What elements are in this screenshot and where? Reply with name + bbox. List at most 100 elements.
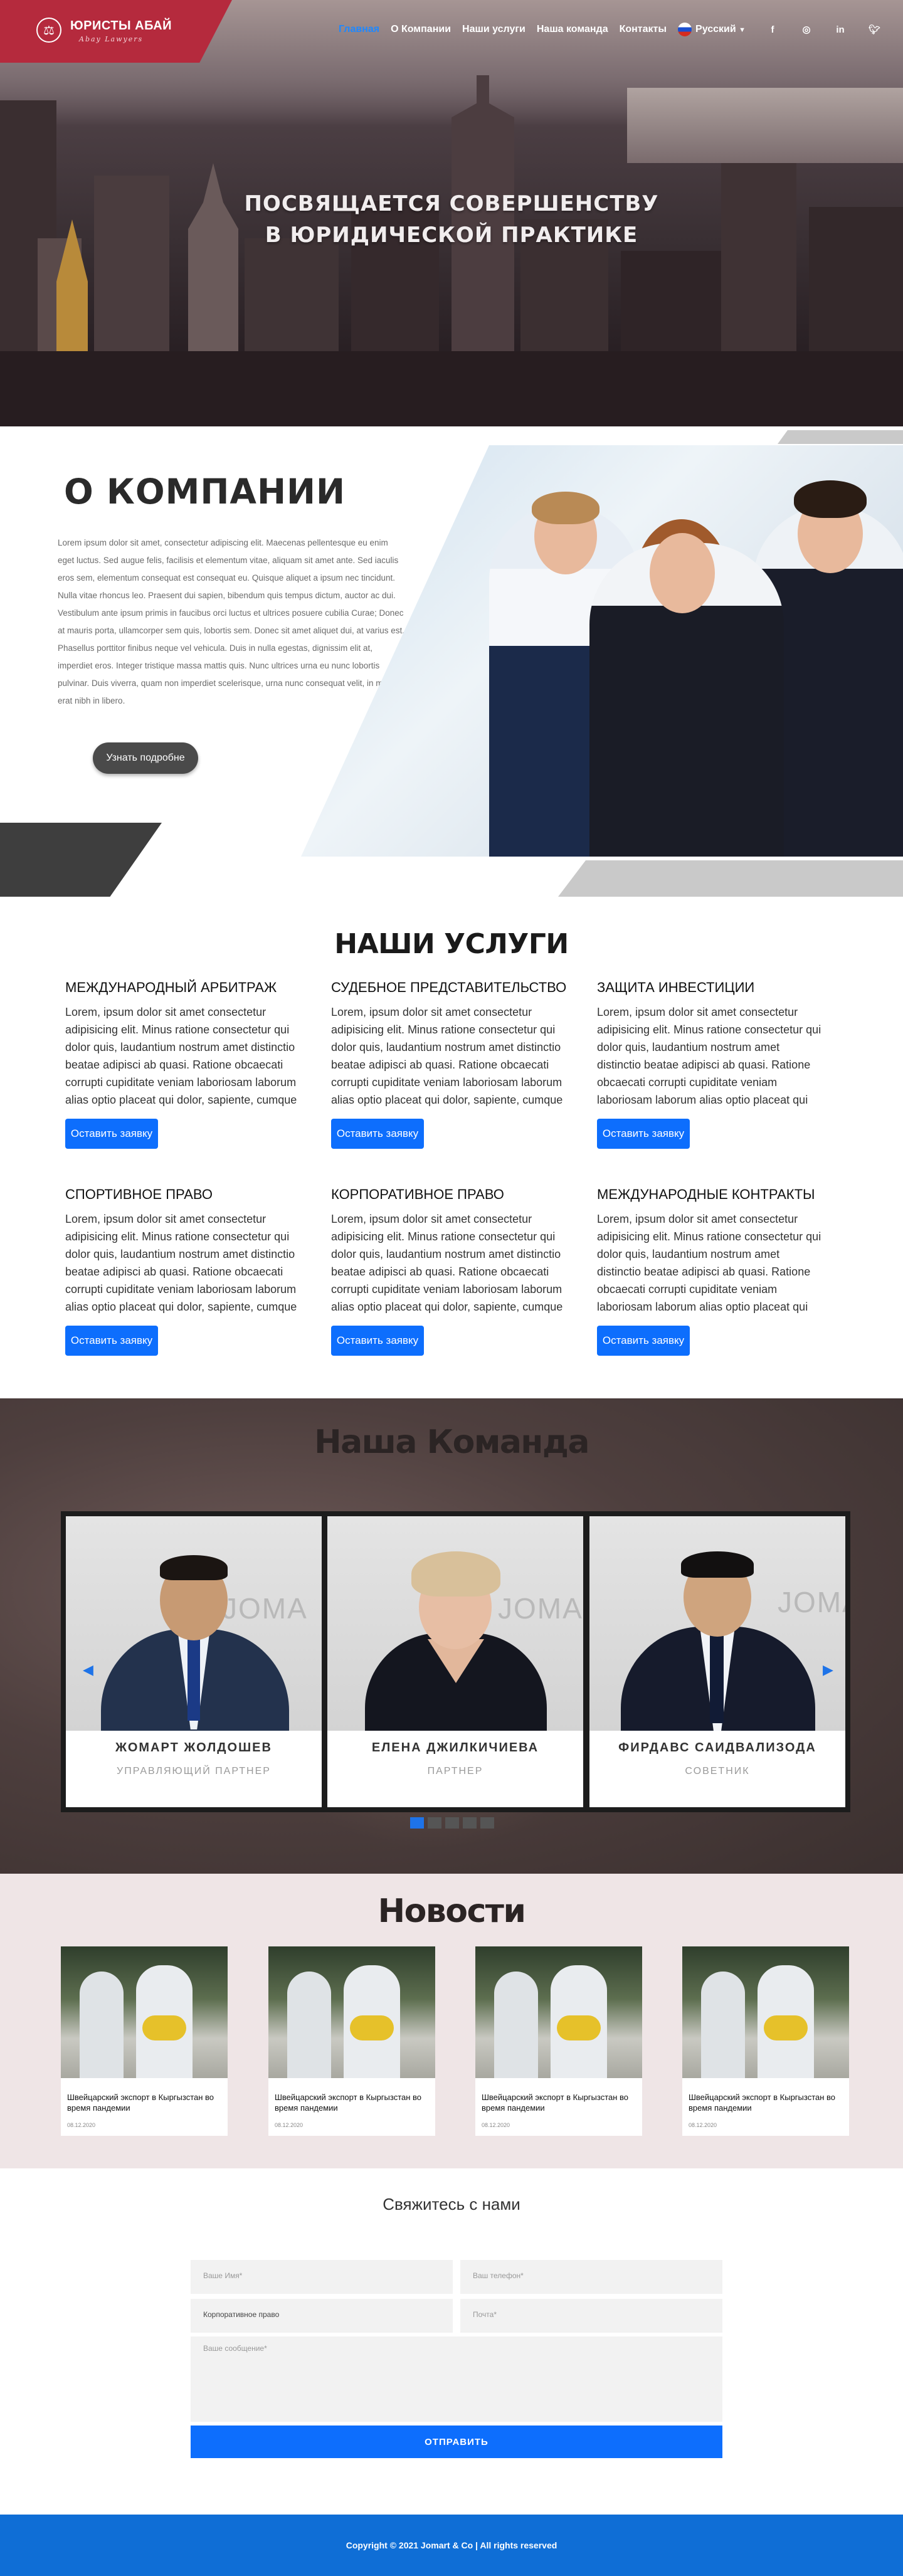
team-member-card[interactable]: JOMA ЕЛЕНА ДЖИЛКИЧИЕВА ПАРТНЕР [327,1516,583,1807]
logo-subtitle: Abay Lawyers [79,35,144,43]
about-section: О КОМПАНИИ Lorem ipsum dolor sit amet, c… [0,426,903,897]
service-text: Lorem, ipsum dolor sit amet consectetur … [65,1006,297,1106]
team-member-card[interactable]: JOMA ФИРДАВС САИДВАЛИЗОДА СОВЕТНИК [589,1516,845,1807]
submit-button[interactable]: ОТПРАВИТЬ [191,2426,722,2458]
team-member-name: ЖОМАРТ ЖОЛДОШЕВ [115,1741,272,1755]
learn-more-button[interactable]: Узнать подробне [93,742,198,774]
news-date: 08.12.2020 [275,2122,304,2128]
request-button[interactable]: Оставить заявку [65,1119,158,1149]
request-button[interactable]: Оставить заявку [65,1326,158,1356]
slider-next-arrow-icon[interactable]: ▶ [823,1662,833,1678]
news-date: 08.12.2020 [482,2122,510,2128]
news-card[interactable]: Швейцарский экспорт в Кыргызстан во врем… [268,1946,435,2136]
contact-section: Свяжитесь с нами Ваше Имя* Ваш телефон* … [0,2168,903,2515]
logo-banner[interactable]: ⚖ ЮРИСТЫ АБАЙ Abay Lawyers [0,0,232,63]
service-select[interactable]: Корпоративное право [191,2299,453,2333]
service-title: ЗАЩИТА ИНВЕСТИЦИИ [597,979,755,995]
slider-dot[interactable] [428,1817,441,1829]
linkedin-icon[interactable]: in [835,24,846,35]
news-date: 08.12.2020 [67,2122,96,2128]
twitter-icon[interactable]: 🐦︎ [869,24,880,35]
team-member-role: ПАРТНЕР [427,1766,483,1776]
email-field[interactable]: Почта* [460,2299,722,2333]
service-text: Lorem, ipsum dolor sit amet consectetur … [597,1006,821,1106]
news-image [268,1946,435,2078]
service-card: СПОРТИВНОЕ ПРАВО Lorem, ipsum dolor sit … [65,1186,301,1356]
language-label: Русский [695,24,736,35]
facebook-icon[interactable]: f [767,24,778,35]
language-select[interactable]: Русский ▼ [678,23,746,36]
service-card: КОРПОРАТИВНОЕ ПРАВО Lorem, ipsum dolor s… [331,1186,567,1356]
news-headline: Швейцарский экспорт в Кыргызстан во врем… [67,2093,214,2113]
slider-prev-arrow-icon[interactable]: ◀ [83,1662,93,1678]
team-member-name: ФИРДАВС САИДВАЛИЗОДА [618,1741,816,1755]
team-member-photo: JOMA [589,1516,845,1731]
service-title: СПОРТИВНОЕ ПРАВО [65,1186,213,1202]
team-member-role: СОВЕТНИК [685,1766,750,1776]
slider-dot[interactable] [410,1817,424,1829]
team-slider: JOMA ЖОМАРТ ЖОЛДОШЕВ УПРАВЛЯЮЩИЙ ПАРТНЕР… [61,1511,850,1812]
photo-watermark: JOMA [778,1586,845,1618]
photo-watermark: JOMA [223,1592,308,1625]
instagram-icon[interactable]: ◎ [801,24,812,35]
news-headline: Швейцарский экспорт в Кыргызстан во врем… [482,2093,629,2113]
news-headline: Швейцарский экспорт в Кыргызстан во врем… [689,2093,836,2113]
service-title: МЕЖДУНАРОДНЫЙ АРБИТРАЖ [65,979,277,995]
hero-river [627,88,903,163]
news-date: 08.12.2020 [689,2122,717,2128]
news-section: Новости Швейцарский экспорт в Кыргызстан… [0,1874,903,2168]
slider-dot[interactable] [463,1817,477,1829]
hero-title-line2: В ЮРИДИЧЕСКОЙ ПРАКТИКЕ [265,223,638,248]
news-image [61,1946,228,2078]
request-button[interactable]: Оставить заявку [331,1326,424,1356]
service-text: Lorem, ipsum dolor sit amet consectetur … [331,1006,563,1106]
team-section: Наша Команда JOMA ЖОМАРТ ЖОЛДОШЕВ УПРАВЛ… [0,1398,903,1874]
main-nav: Главная О Компании Наши услуги Наша кома… [339,23,880,36]
message-field[interactable]: Ваше сообщение* [191,2336,722,2422]
about-decor-bottom-left [0,823,162,897]
hero-title-line1: ПОСВЯЩАЕТСЯ СОВЕРШЕНСТВУ [244,191,659,216]
request-button[interactable]: Оставить заявку [597,1326,690,1356]
services-section: НАШИ УСЛУГИ МЕЖДУНАРОДНЫЙ АРБИТРАЖ Lorem… [0,897,903,1398]
slider-dot[interactable] [480,1817,494,1829]
news-image [475,1946,642,2078]
about-title: О КОМПАНИИ [64,472,346,512]
contact-title: Свяжитесь с нами [383,2195,520,2214]
news-card[interactable]: Швейцарский экспорт в Кыргызстан во врем… [682,1946,849,2136]
slider-dot[interactable] [445,1817,459,1829]
hero-title: ПОСВЯЩАЕТСЯ СОВЕРШЕНСТВУ В ЮРИДИЧЕСКОЙ П… [0,188,903,251]
news-card[interactable]: Швейцарский экспорт в Кыргызстан во врем… [475,1946,642,2136]
service-title: СУДЕБНОЕ ПРЕДСТАВИТЕЛЬСТВО [331,979,567,995]
about-decor-bottom-right [558,860,903,897]
service-title: КОРПОРАТИВНОЕ ПРАВО [331,1186,504,1202]
nav-services[interactable]: Наши услуги [462,24,525,35]
service-card: СУДЕБНОЕ ПРЕДСТАВИТЕЛЬСТВО Lorem, ipsum … [331,979,567,1149]
news-title: Новости [378,1892,526,1930]
team-member-role: УПРАВЛЯЮЩИЙ ПАРТНЕР [117,1766,271,1776]
nav-team[interactable]: Наша команда [537,24,608,35]
logo-title: ЮРИСТЫ АБАЙ [70,19,172,33]
request-button[interactable]: Оставить заявку [331,1119,424,1149]
russia-flag-icon [678,23,692,36]
request-button[interactable]: Оставить заявку [597,1119,690,1149]
services-title: НАШИ УСЛУГИ [334,928,569,960]
name-field[interactable]: Ваше Имя* [191,2260,453,2294]
news-headline: Швейцарский экспорт в Кыргызстан во врем… [275,2093,422,2113]
team-member-card[interactable]: JOMA ЖОМАРТ ЖОЛДОШЕВ УПРАВЛЯЮЩИЙ ПАРТНЕР [66,1516,322,1807]
about-text: Lorem ipsum dolor sit amet, consectetur … [58,538,404,705]
chevron-down-icon: ▼ [739,26,746,34]
service-card: МЕЖДУНАРОДНЫЕ КОНТРАКТЫ Lorem, ipsum dol… [597,1186,826,1356]
team-member-photo: JOMA [327,1516,583,1731]
news-card[interactable]: Швейцарский экспорт в Кыргызстан во врем… [61,1946,228,2136]
team-member-photo: JOMA [66,1516,322,1731]
service-card: МЕЖДУНАРОДНЫЙ АРБИТРАЖ Lorem, ipsum dolo… [65,979,301,1149]
nav-about[interactable]: О Компании [391,24,451,35]
about-decor-top [778,430,903,444]
nav-contacts[interactable]: Контакты [620,24,667,35]
phone-field[interactable]: Ваш телефон* [460,2260,722,2294]
service-card: ЗАЩИТА ИНВЕСТИЦИИ Lorem, ipsum dolor sit… [597,979,826,1149]
nav-home[interactable]: Главная [339,24,379,35]
scales-logo-icon: ⚖ [36,18,61,43]
news-image [682,1946,849,2078]
hero-section: ⚖ ЮРИСТЫ АБАЙ Abay Lawyers Главная О Ком… [0,0,903,426]
